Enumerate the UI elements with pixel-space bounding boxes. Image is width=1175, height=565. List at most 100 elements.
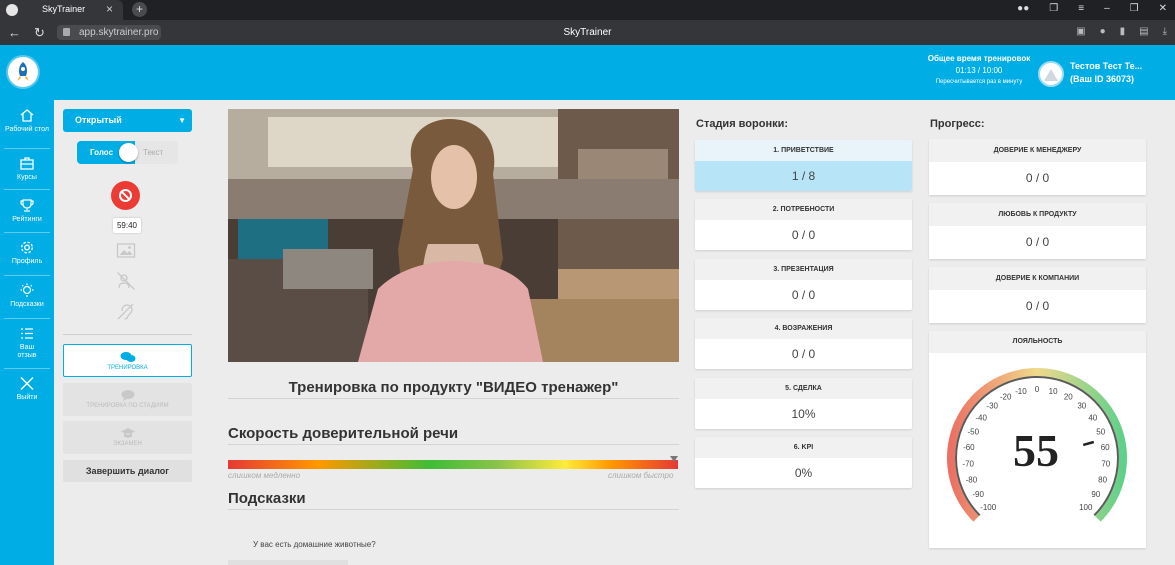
stage-training-mode-button[interactable]: ТРЕНИРОВКА ПО СТАДИЯМ [63, 383, 192, 416]
list-icon [21, 328, 33, 339]
gauge-tick-label: 10 [1049, 387, 1058, 396]
restore-icon[interactable]: ❐ [1130, 3, 1139, 14]
training-mode-button[interactable]: ТРЕНИРОВКА [63, 344, 192, 377]
exam-mode-button[interactable]: ЭКЗАМЕН [63, 421, 192, 454]
loyalty-title: ЛОЯЛЬНОСТЬ [929, 331, 1146, 353]
new-tab-button[interactable]: + [132, 2, 147, 17]
page-title: SkyTrainer [563, 27, 612, 38]
bookmark-icon[interactable]: ▮ [1120, 26, 1126, 37]
hearing-off-icon[interactable] [116, 302, 136, 322]
sidebar-item-ratings[interactable]: Рейтинги [0, 198, 54, 224]
chat-bubbles-icon [120, 352, 135, 362]
gauge-tick-label: 30 [1077, 402, 1086, 411]
user-name: Тестов Тест Те... [1070, 61, 1143, 71]
dialog-controls: Открытый ▼ Голос Текст 59:40 ТРЕНИРОВКА … [54, 100, 201, 565]
briefcase-icon [20, 157, 34, 170]
divider [228, 509, 679, 510]
stop-icon [119, 189, 132, 202]
menu-icon[interactable]: ≡ [1078, 3, 1084, 14]
app-header: Общее время тренировок 01:13 / 10:00 Пер… [0, 45, 1175, 100]
sidebar-item-logout[interactable]: Выйти [0, 376, 54, 402]
tabs-icon[interactable]: ❐ [1049, 3, 1058, 14]
user-info[interactable]: Тестов Тест Те... (Ваш ID 36073) [1070, 60, 1142, 86]
funnel-stage-card[interactable]: 2. ПОТРЕБНОСТИ 0 / 0 [695, 199, 912, 250]
funnel-stage-card[interactable]: 4. ВОЗРАЖЕНИЯ 0 / 0 [695, 318, 912, 369]
logo[interactable] [8, 57, 38, 87]
gauge-tick-label: 0 [1035, 385, 1040, 394]
progress-card: ЛЮБОВЬ К ПРОДУКТУ 0 / 0 [929, 203, 1146, 259]
gauge-tick-label: 40 [1088, 413, 1097, 422]
training-time: Общее время тренировок 01:13 / 10:00 Пер… [927, 54, 1031, 85]
progress-card: ДОВЕРИЕ К МЕНЕДЖЕРУ 0 / 0 [929, 139, 1146, 195]
image-icon[interactable] [116, 242, 136, 259]
gauge-tick-label: -10 [1015, 387, 1027, 396]
gauge-tick-label: 80 [1098, 475, 1107, 484]
progress-card: ДОВЕРИЕ К КОМПАНИИ 0 / 0 [929, 267, 1146, 323]
sidebar-item-feedback[interactable]: Ваш отзыв [0, 326, 54, 360]
address-bar: ← ↻ app.skytrainer.pro SkyTrainer ▣ ● ▮ … [0, 20, 1175, 45]
funnel-stage-card[interactable]: 5. СДЕЛКА 10% [695, 378, 912, 429]
incognito-icon[interactable]: ●● [1017, 3, 1029, 14]
divider [228, 444, 679, 445]
download-icon[interactable]: ⤓ [1163, 26, 1167, 37]
funnel-title: Стадия воронки: [696, 118, 789, 130]
divider [228, 398, 679, 399]
favicon-icon [6, 4, 18, 16]
close-window-icon[interactable]: ✕ [1159, 3, 1167, 14]
trophy-icon [20, 199, 34, 212]
hint-text[interactable]: У вас есть домашние животные? [253, 540, 376, 549]
sidebar-item-desktop[interactable]: Рабочий стол [0, 108, 54, 134]
sidebar-item-hints[interactable]: Подсказки [0, 283, 54, 309]
end-dialog-button[interactable]: Завершить диалог [63, 460, 192, 482]
loyalty-card: ЛОЯЛЬНОСТЬ -100 -90 -80 -70 -60 -50 -40 -30 -20-… [929, 331, 1146, 548]
hints-title: Подсказки [228, 490, 306, 507]
speech-speed-marker [669, 456, 678, 462]
gauge-tick-label: 50 [1096, 428, 1105, 437]
speech-speed-title: Скорость доверительной речи [228, 425, 459, 442]
gauge-tick-label: -20 [1000, 393, 1012, 402]
loyalty-value: 55 [1013, 425, 1059, 476]
funnel-stage-card[interactable]: 3. ПРЕЗЕНТАЦИЯ 0 / 0 [695, 259, 912, 310]
rocket-icon [17, 62, 29, 81]
gauge-tick-label: 70 [1101, 459, 1110, 468]
speech-speed-bar [228, 460, 678, 469]
sidebar: Рабочий стол Курсы Рейтинги Профиль Подс… [0, 100, 54, 565]
user-avatar-icon [1044, 69, 1058, 81]
minimize-icon[interactable]: – [1104, 3, 1110, 14]
speed-slow-label: слишком медленно [228, 471, 301, 480]
toggle-knob [119, 143, 138, 162]
chevron-down-icon: ▼ [178, 116, 186, 125]
lightbulb-icon [20, 283, 34, 297]
gauge-needle [1082, 440, 1095, 447]
stop-button[interactable] [111, 181, 140, 210]
home-icon [20, 109, 34, 122]
speed-fast-label: слишком быстро [608, 471, 674, 480]
hint-button[interactable] [228, 560, 348, 565]
gear-icon [21, 241, 33, 254]
toggle-text-label: Текст [143, 148, 164, 157]
gauge-tick-label: -60 [963, 443, 975, 452]
microphone-icon[interactable]: ● [1100, 26, 1106, 37]
avatar[interactable] [1038, 61, 1064, 87]
tab-close-icon[interactable]: × [106, 2, 113, 16]
funnel-stage-card[interactable]: 6. KPI 0% [695, 437, 912, 488]
funnel-stage-card[interactable]: 1. ПРИВЕТСТВИЕ 1 / 8 [695, 140, 912, 191]
sidebar-item-profile[interactable]: Профиль [0, 240, 54, 266]
gauge-tick-label: 20 [1064, 393, 1073, 402]
gauge-tick-label: -30 [986, 402, 998, 411]
chat-bubble-icon [121, 390, 134, 401]
mode-select[interactable]: Открытый ▼ [63, 109, 192, 132]
gauge-tick-label: -70 [962, 459, 974, 468]
sidebar-item-courses[interactable]: Курсы [0, 156, 54, 182]
voice-text-toggle[interactable]: Голос Текст [77, 141, 178, 164]
mute-voice-icon[interactable] [116, 271, 136, 291]
training-title: Тренировка по продукту "ВИДЕО тренажер" [288, 379, 619, 396]
sidebar-icon[interactable]: ▤ [1139, 26, 1148, 37]
browser-tab-bar: SkyTrainer × + ●● ❐ ≡ – ❐ ✕ [0, 0, 1175, 20]
gauge-tick-label: -80 [966, 475, 978, 484]
camera-icon[interactable]: ▣ [1076, 26, 1085, 37]
gauge-tick-label: -100 [980, 503, 997, 512]
browser-tab[interactable]: SkyTrainer × [0, 0, 123, 20]
gauge-tick-label: 100 [1079, 503, 1093, 512]
trainer-video[interactable] [228, 109, 679, 362]
